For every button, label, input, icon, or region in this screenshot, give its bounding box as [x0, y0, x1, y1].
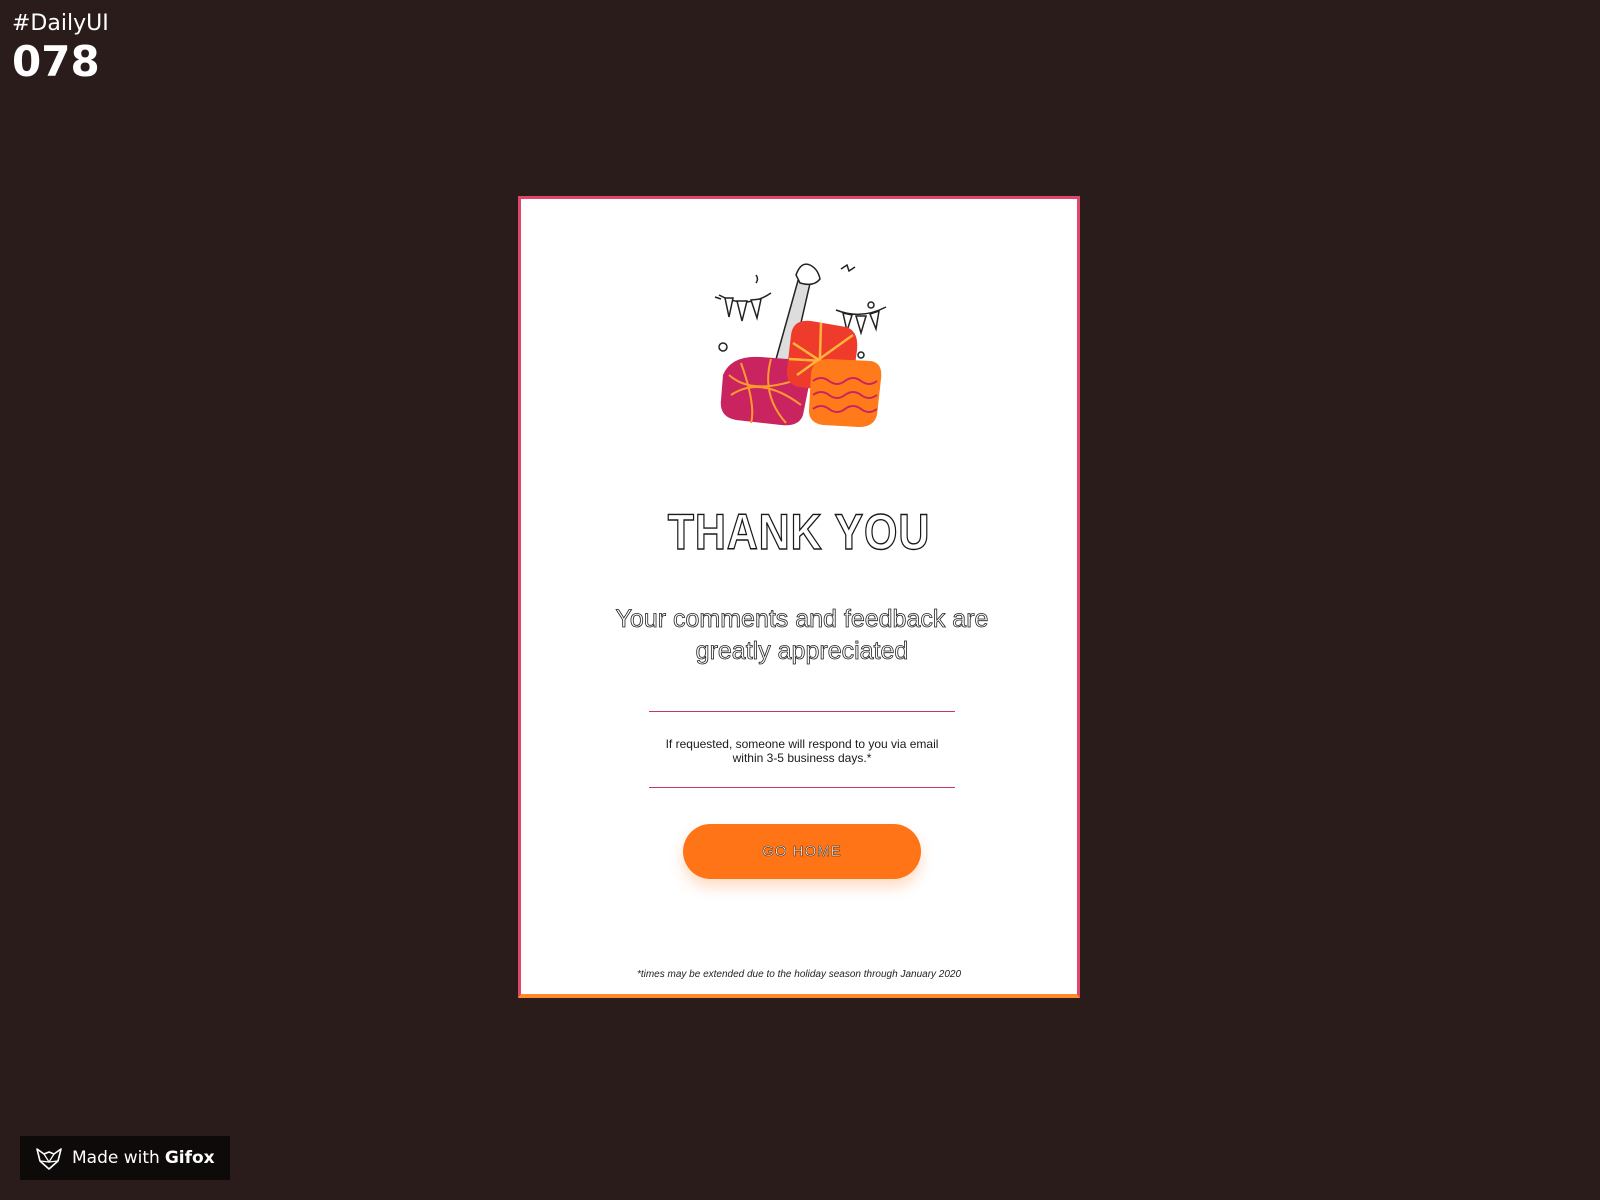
go-home-button[interactable]: GO HOME: [683, 824, 921, 879]
badge-brand: Gifox: [164, 1148, 215, 1168]
fox-logo-icon: [36, 1148, 62, 1170]
subtitle: Your comments and feedback are greatly a…: [615, 605, 989, 666]
thank-you-card: THANK YOU Your comments and feedback are…: [518, 196, 1080, 998]
response-notice: If requested, someone will respond to yo…: [665, 737, 939, 765]
divider-top: [649, 711, 955, 712]
daily-ui-number: 078: [12, 37, 100, 86]
holiday-footnote: *times may be extended due to the holida…: [636, 969, 962, 980]
daily-ui-hashtag: #DailyUI: [12, 11, 109, 36]
daily-ui-tag: #DailyUI 078: [12, 10, 109, 86]
celebration-gifts-icon: [714, 263, 887, 427]
page-title: THANK YOU: [667, 503, 931, 560]
gifox-badge: Made with Gifox: [20, 1136, 230, 1180]
badge-prefix: Made with: [72, 1148, 160, 1168]
divider-bottom: [649, 787, 955, 788]
